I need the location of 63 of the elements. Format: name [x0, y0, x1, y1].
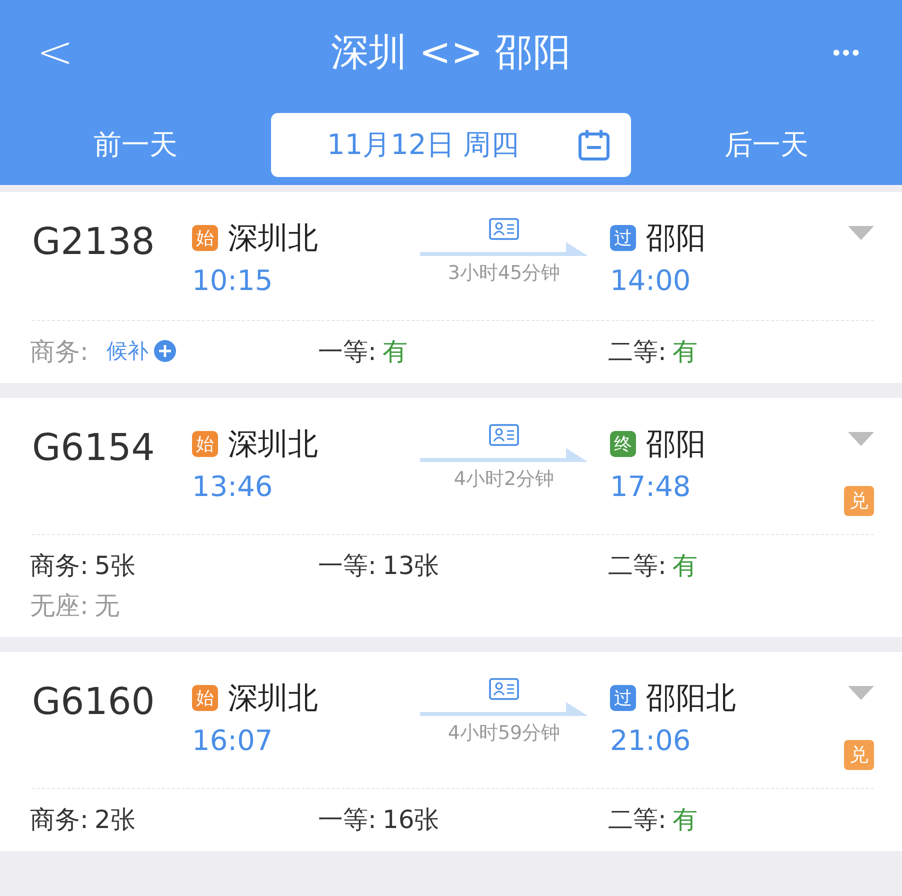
train-card[interactable]: G6154 始 深圳北 13:46 4小时2分钟 终 邵阳 17:48 兑 商务: 5张 一等: 13张 二等: 有 无座: 无	[0, 398, 902, 637]
seat-class-label: 二等:	[608, 336, 666, 368]
caret-icon[interactable]	[848, 432, 874, 446]
calendar-icon	[577, 128, 611, 162]
seat-class-label: 一等:	[318, 804, 376, 836]
more-button[interactable]: •••	[832, 40, 862, 66]
trip-duration: 4小时2分钟	[454, 467, 554, 492]
trip-duration: 4小时59分钟	[448, 721, 560, 746]
previous-day-button[interactable]: 前一天	[94, 126, 178, 164]
train-card[interactable]: G6160 始 深圳北 16:07 4小时59分钟 过 邵阳北 21:06 兑 商务: 2张 一等: 16张 二等: 有	[0, 652, 902, 851]
train-card[interactable]: G2138 始 深圳北 10:15 3小时45分钟 过 邵阳 14:00 商务: 候补 一等: 有 二等: 有	[0, 192, 902, 383]
id-card-icon	[489, 424, 519, 446]
plus-icon	[154, 340, 176, 362]
station-type-badge: 始	[192, 431, 218, 457]
station-name: 邵阳	[646, 220, 706, 258]
seat-availability: 有	[382, 336, 408, 368]
seat-availability: 有	[672, 550, 698, 582]
seat-class-label: 一等:	[318, 550, 376, 582]
id-card-icon	[489, 218, 519, 240]
seat-availability: 2张	[94, 804, 136, 836]
station-type-badge: 始	[192, 685, 218, 711]
id-card-icon	[489, 678, 519, 700]
arrival-time: 17:48	[610, 468, 692, 504]
seat-availability: 有	[672, 336, 698, 368]
station-name: 邵阳	[646, 426, 706, 464]
station-name: 深圳北	[228, 680, 318, 718]
seat-class-label: 二等:	[608, 550, 666, 582]
departure-time: 13:46	[192, 468, 274, 504]
seat-availability: 无	[94, 590, 120, 622]
station-type-badge: 过	[610, 225, 636, 251]
date-picker[interactable]: 11月12日 周四	[271, 113, 631, 177]
exchange-badge: 兑	[844, 740, 874, 770]
train-number: G6160	[32, 679, 156, 725]
caret-icon[interactable]	[848, 686, 874, 700]
seat-class-label: 二等:	[608, 804, 666, 836]
back-button[interactable]: <	[36, 27, 74, 78]
seat-availability: 16张	[382, 804, 440, 836]
station-type-badge: 终	[610, 431, 636, 457]
seat-class-label: 商务:	[30, 804, 88, 836]
arrival-time: 14:00	[610, 262, 692, 298]
station-type-badge: 过	[610, 685, 636, 711]
station-name: 深圳北	[228, 220, 318, 258]
next-day-button[interactable]: 后一天	[724, 126, 808, 164]
seat-class-label: 商务:	[30, 550, 88, 582]
train-number: G2138	[32, 219, 156, 265]
seat-class-label: 商务:	[30, 336, 88, 368]
trip-duration: 3小时45分钟	[448, 261, 560, 286]
station-type-badge: 始	[192, 225, 218, 251]
departure-time: 10:15	[192, 262, 274, 298]
train-number: G6154	[32, 425, 156, 471]
caret-icon[interactable]	[848, 226, 874, 240]
arrival-time: 21:06	[610, 722, 692, 758]
departure-time: 16:07	[192, 722, 274, 758]
seat-class-label: 一等:	[318, 336, 376, 368]
station-name: 深圳北	[228, 426, 318, 464]
seat-class-label: 无座:	[30, 590, 88, 622]
station-name: 邵阳北	[646, 680, 736, 718]
waitlist-button[interactable]: 候补	[94, 337, 176, 365]
seat-availability: 13张	[382, 550, 440, 582]
seat-availability: 5张	[94, 550, 136, 582]
seat-availability: 有	[672, 804, 698, 836]
route-title: 深圳 <> 邵阳	[330, 29, 572, 76]
exchange-badge: 兑	[844, 486, 874, 516]
